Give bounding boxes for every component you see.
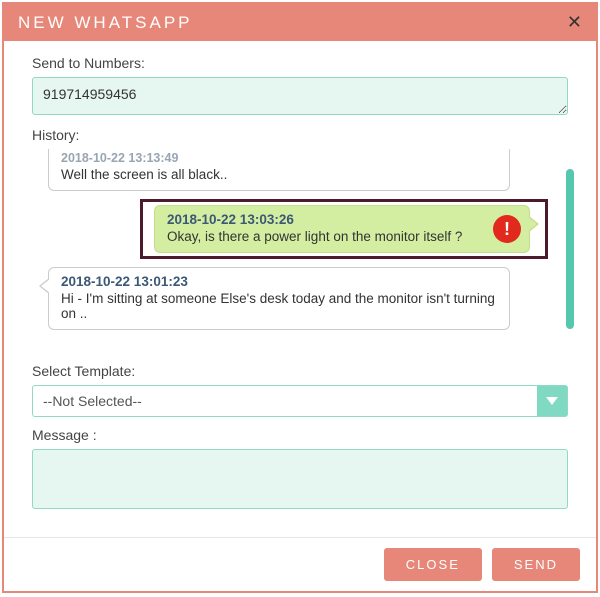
chat-bubble-outgoing: 2018-10-22 13:03:26 Okay, is there a pow…: [154, 205, 530, 253]
alert-icon: !: [493, 215, 521, 243]
close-icon[interactable]: ✕: [567, 12, 582, 33]
template-select[interactable]: [32, 385, 568, 417]
numbers-input[interactable]: [32, 77, 568, 115]
history-content[interactable]: 2018-10-22 13:13:49 Well the screen is a…: [32, 149, 568, 349]
close-button[interactable]: CLOSE: [384, 548, 482, 581]
chat-bubble-incoming: 2018-10-22 13:01:23 Hi - I'm sitting at …: [48, 267, 510, 330]
chat-text: Well the screen is all black..: [61, 167, 497, 182]
message-input[interactable]: [32, 449, 568, 509]
chat-timestamp: 2018-10-22 13:01:23: [61, 274, 497, 289]
modal-footer: CLOSE SEND: [4, 537, 596, 591]
template-label: Select Template:: [32, 363, 568, 379]
modal-title: NEW WHATSAPP: [18, 13, 193, 33]
modal-body: Send to Numbers: History: 2018-10-22 13:…: [4, 41, 596, 537]
modal-header: NEW WHATSAPP ✕: [4, 4, 596, 41]
history-label: History:: [32, 127, 568, 143]
history-panel: 2018-10-22 13:13:49 Well the screen is a…: [32, 149, 568, 349]
send-button[interactable]: SEND: [492, 548, 580, 581]
whatsapp-modal: NEW WHATSAPP ✕ Send to Numbers: History:…: [2, 2, 598, 593]
message-label: Message :: [32, 427, 568, 443]
history-scrollbar[interactable]: [566, 169, 574, 329]
chat-text: Hi - I'm sitting at someone Else's desk …: [61, 291, 497, 321]
chat-timestamp: 2018-10-22 13:03:26: [167, 212, 485, 227]
chat-bubble-incoming: 2018-10-22 13:13:49 Well the screen is a…: [48, 149, 510, 191]
chat-text: Okay, is there a power light on the moni…: [167, 229, 485, 244]
chat-timestamp: 2018-10-22 13:13:49: [61, 151, 497, 165]
highlighted-region: 2018-10-22 13:03:26 Okay, is there a pow…: [34, 205, 550, 253]
template-select-row: [32, 385, 568, 417]
send-to-label: Send to Numbers:: [32, 55, 568, 71]
